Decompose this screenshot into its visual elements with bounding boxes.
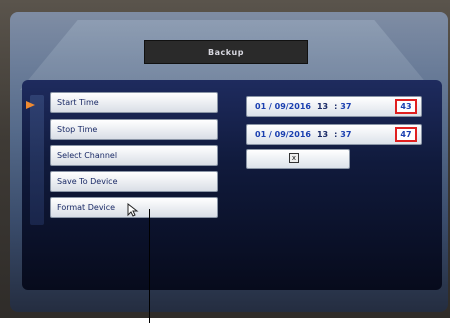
left-tab-strip <box>30 95 44 225</box>
start-time-button[interactable]: Start Time <box>50 92 218 113</box>
mouse-cursor-icon <box>127 203 139 217</box>
window-title-bar: Backup <box>144 40 308 64</box>
stop-seconds-box[interactable]: 47 <box>395 127 417 142</box>
stop-time-button[interactable]: Stop Time <box>50 119 218 140</box>
stop-time-label: Stop Time <box>57 125 98 134</box>
selection-arrow-icon <box>26 101 35 109</box>
start-minute-value: 37 <box>340 102 352 111</box>
start-seconds-box[interactable]: 43 <box>395 99 417 114</box>
stop-hour-value: 13 <box>316 130 329 139</box>
save-to-device-button[interactable]: Save To Device <box>50 171 218 192</box>
save-to-device-label: Save To Device <box>57 177 118 186</box>
window-title: Backup <box>208 47 244 57</box>
stop-minute-value: 37 <box>340 130 352 139</box>
channel-checkbox[interactable]: x <box>289 153 299 163</box>
callout-line <box>149 209 150 323</box>
checkbox-mark: x <box>291 154 297 162</box>
start-time-label: Start Time <box>57 98 99 107</box>
start-seconds-value: 43 <box>400 102 412 111</box>
stop-date-value: 01 / 09/2016 <box>255 130 311 139</box>
stop-seconds-value: 47 <box>400 130 412 139</box>
start-date-value: 01 / 09/2016 <box>255 102 311 111</box>
select-channel-button[interactable]: Select Channel <box>50 145 218 166</box>
start-hour-value: 13 <box>316 102 329 111</box>
format-device-label: Format Device <box>57 203 116 212</box>
select-channel-label: Select Channel <box>57 151 118 160</box>
start-time-field[interactable]: 01 / 09/2016 13 : 37 43 <box>246 96 422 117</box>
stop-time-field[interactable]: 01 / 09/2016 13 : 37 47 <box>246 124 422 145</box>
channel-selector[interactable]: x <box>246 149 350 169</box>
